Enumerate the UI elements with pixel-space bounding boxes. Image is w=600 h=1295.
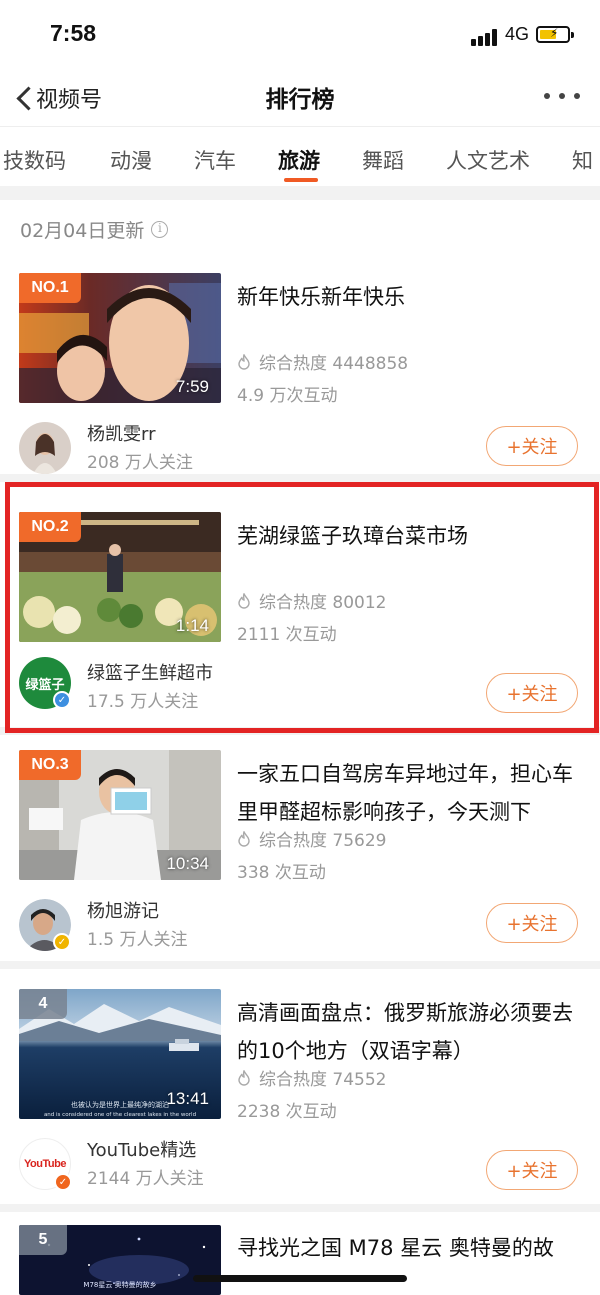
thumb-subtitle: 也被认为是世界上最纯净的湖泊 [71, 1100, 169, 1109]
rank-badge: 5 [19, 1225, 67, 1255]
video-title[interactable]: 高清画面盘点：俄罗斯旅游必须要去的10个地方（双语字幕） [237, 994, 582, 1070]
flame-icon [237, 353, 251, 370]
status-bar: 7:58 4G ⚡ [0, 0, 600, 70]
interaction-count: 2111 次互动 [237, 625, 337, 645]
more-dot-icon [574, 93, 580, 99]
video-thumbnail[interactable]: M78星云 奥特曼的故乡 5 [19, 1225, 221, 1295]
divider [0, 1204, 600, 1212]
section-divider [0, 186, 600, 200]
video-thumbnail[interactable]: 也被认为是世界上最纯净的湖泊 and is considered one of … [19, 989, 221, 1119]
verified-icon: ✓ [53, 933, 71, 951]
tab-dance[interactable]: 舞蹈 [362, 145, 404, 175]
rank-badge: NO.1 [19, 273, 81, 303]
video-title[interactable]: 一家五口自驾房车异地过年，担心车里甲醛超标影响孩子，今天测下 [237, 755, 582, 831]
rank-badge: 4 [19, 989, 67, 1019]
more-dot-icon [544, 93, 550, 99]
tab-cars[interactable]: 汽车 [194, 145, 236, 175]
video-duration: 1:14 [175, 616, 209, 635]
heat-score: 综合热度 80012 [237, 588, 386, 613]
divider [0, 474, 600, 482]
follow-button[interactable]: +关注 [486, 673, 578, 713]
follower-count: 2144 万人关注 [87, 1169, 204, 1189]
author-row: ✓ 杨旭游记 1.5 万人关注 +关注 [0, 899, 600, 969]
follow-button[interactable]: +关注 [486, 1150, 578, 1190]
video-thumbnail[interactable]: NO.3 10:34 [19, 750, 221, 880]
heat-score: 综合热度 4448858 [237, 349, 408, 374]
author-row: YouTube ✓ YouTube精选 2144 万人关注 +关注 [0, 1138, 600, 1208]
rank-badge: NO.3 [19, 750, 81, 780]
avatar[interactable] [19, 422, 71, 474]
author-row: 绿篮子 ✓ 绿篮子生鲜超市 17.5 万人关注 +关注 [0, 657, 600, 731]
chevron-left-icon [14, 84, 32, 112]
divider [0, 961, 600, 969]
avatar-logo-text: YouTube [24, 1158, 66, 1170]
flame-icon [237, 1069, 251, 1086]
interaction-count: 4.9 万次互动 [237, 386, 338, 406]
status-time: 7:58 [50, 20, 97, 46]
category-tabs: 技数码 动漫 汽车 旅游 舞蹈 人文艺术 知 [0, 126, 600, 186]
video-title[interactable]: 芜湖绿篮子玖璋台菜市场 [237, 517, 582, 555]
interaction-count: 2238 次互动 [237, 1102, 337, 1122]
avatar[interactable]: YouTube ✓ [19, 1138, 72, 1191]
author-name[interactable]: 杨旭游记 [87, 897, 159, 923]
tab-travel[interactable]: 旅游 [278, 145, 320, 175]
heat-score: 综合热度 74552 [237, 1065, 386, 1090]
heat-text: 综合热度 4448858 [259, 354, 409, 374]
tab-knowledge[interactable]: 知 [572, 145, 593, 175]
back-button[interactable]: 视频号 [14, 78, 102, 118]
heat-text: 综合热度 74552 [259, 1070, 387, 1090]
verified-icon: ✓ [53, 691, 71, 709]
more-dot-icon [559, 93, 565, 99]
video-duration: 10:34 [166, 854, 209, 873]
thumb-subtitle-en: and is considered one of the clearest la… [44, 1112, 196, 1118]
video-thumbnail[interactable]: NO.1 7:59 [19, 273, 221, 403]
follower-count: 1.5 万人关注 [87, 930, 188, 950]
avatar-image [19, 422, 71, 474]
home-indicator[interactable] [193, 1275, 407, 1282]
divider [0, 727, 600, 735]
tab-active-indicator [284, 178, 318, 182]
follow-button[interactable]: +关注 [486, 903, 578, 943]
flame-icon [237, 592, 251, 609]
video-duration: 7:59 [175, 377, 209, 396]
rank-badge: NO.2 [19, 512, 81, 542]
tab-arts[interactable]: 人文艺术 [446, 145, 530, 175]
follower-count: 208 万人关注 [87, 453, 193, 473]
video-thumbnail[interactable]: NO.2 1:14 [19, 512, 221, 642]
back-label: 视频号 [36, 88, 103, 113]
signal-icon [471, 28, 501, 46]
heat-text: 综合热度 80012 [259, 593, 387, 613]
author-name[interactable]: 杨凯雯rr [87, 420, 155, 446]
avatar[interactable]: 绿篮子 ✓ [19, 657, 71, 709]
heat-text: 综合热度 75629 [259, 831, 387, 851]
video-duration: 13:41 [166, 1089, 209, 1108]
avatar[interactable]: ✓ [19, 899, 71, 951]
battery-icon: ⚡ [536, 26, 574, 43]
follow-button[interactable]: +关注 [486, 426, 578, 466]
update-date: 02月04日更新 [20, 220, 145, 242]
avatar-logo-text: 绿篮子 [25, 677, 65, 693]
author-name[interactable]: 绿篮子生鲜超市 [87, 659, 213, 685]
tab-anime[interactable]: 动漫 [110, 145, 152, 175]
video-title[interactable]: 寻找光之国 M78 星云 奥特曼的故 [237, 1229, 582, 1267]
author-name[interactable]: YouTube精选 [87, 1136, 196, 1162]
verified-icon: ✓ [54, 1173, 72, 1191]
network-label: 4G [505, 24, 530, 44]
heat-score: 综合热度 75629 [237, 826, 386, 851]
more-button[interactable] [544, 84, 580, 108]
flame-icon [237, 830, 251, 847]
update-info: 02月04日更新 [20, 216, 169, 243]
tab-digital[interactable]: 技数码 [3, 145, 66, 175]
interaction-count: 338 次互动 [237, 863, 326, 883]
info-icon[interactable] [151, 221, 169, 238]
nav-bar: 视频号 排行榜 [0, 70, 600, 126]
video-title[interactable]: 新年快乐新年快乐 [237, 278, 582, 316]
follower-count: 17.5 万人关注 [87, 692, 199, 712]
thumb-caption: M78星云 奥特曼的故乡 [83, 1280, 156, 1289]
